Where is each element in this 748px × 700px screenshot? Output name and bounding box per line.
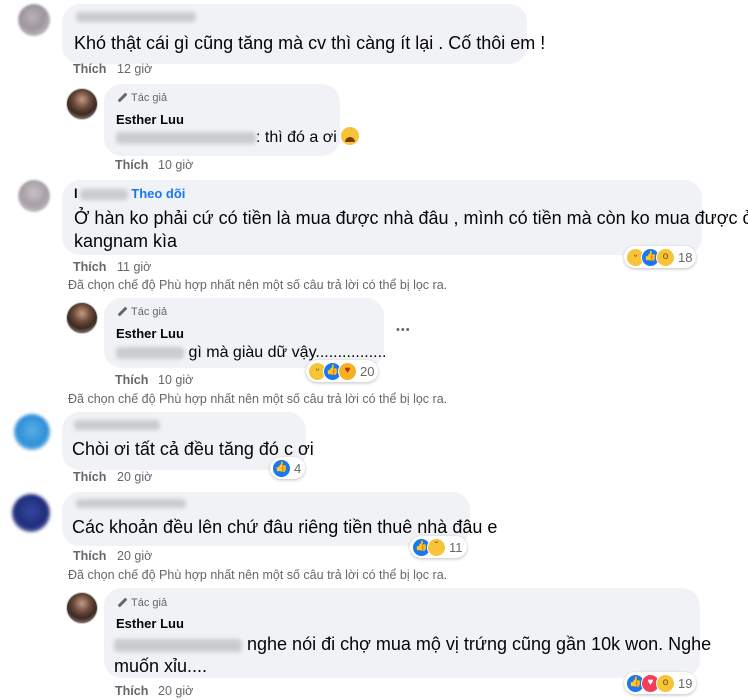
comment-time[interactable]: 20 giờ (117, 549, 152, 563)
wow-reaction-icon: o (656, 673, 675, 693)
more-options-icon[interactable]: ••• (396, 324, 411, 336)
blurred-commenter-name (74, 420, 160, 430)
author-avatar[interactable] (66, 302, 98, 334)
comment-time[interactable]: 11 giờ (117, 260, 151, 274)
reaction-count: 19 (678, 675, 693, 691)
follow-link[interactable]: Theo dõi (131, 186, 185, 201)
comment-time[interactable]: 10 giờ (158, 373, 193, 387)
care-reaction-icon: ♥ (338, 361, 357, 381)
author-name[interactable]: Esther Luu (116, 326, 184, 341)
wow-reaction-icon: o (656, 247, 675, 267)
comment-time[interactable]: 20 giờ (117, 470, 152, 484)
comment-time[interactable]: 12 giờ (117, 62, 152, 76)
filter-note: Đã chọn chế độ Phù hợp nhất nên một số c… (68, 568, 448, 582)
comment-bubble: Chòi ơi tất cả đều tăng đó c ơi (62, 412, 314, 470)
author-badge: Tác giả (116, 306, 167, 318)
reply-bubble: Tác giả Esther Luu nghe nói đi chợ mua m… (104, 588, 711, 678)
comment-text-line2: kangnam kìa (74, 231, 178, 251)
reaction-summary[interactable]: 👍 4 (270, 457, 306, 479)
commenter-name-row: l Theo dõi (74, 186, 186, 201)
reply-bubble: Tác giả Esther Luu gì mà giàu dữ vậy....… (104, 298, 387, 368)
comment-text-line1: Ở hàn ko phải cứ có tiền là mua được nhà… (74, 208, 748, 228)
pen-icon (116, 306, 128, 318)
blurred-commenter-name (76, 499, 186, 508)
reply-text-line1: nghe nói đi chợ mua mộ vị trứng cũng gần… (114, 632, 711, 656)
commenter-avatar[interactable] (14, 414, 50, 450)
author-badge: Tác giả (116, 92, 167, 104)
commenter-avatar[interactable] (18, 180, 50, 212)
commenter-avatar[interactable] (12, 494, 50, 532)
reaction-count: 20 (360, 363, 375, 379)
filter-note: Đã chọn chế độ Phù hợp nhất nên một số c… (68, 392, 448, 406)
reaction-count: 18 (678, 249, 693, 265)
blurred-commenter-name (79, 189, 128, 201)
blurred-mention (116, 131, 256, 144)
like-button[interactable]: Thích (73, 260, 106, 274)
reaction-count: 11 (449, 539, 463, 555)
reaction-summary[interactable]: ᵕ 👍 ♥ 20 (306, 360, 379, 382)
author-badge: Tác giả (116, 597, 167, 609)
comment-bubble: Các khoản đều lên chứ đâu riêng tiền thu… (62, 492, 497, 546)
sad-reaction-icon: ˘ (427, 537, 446, 557)
reaction-summary[interactable]: 👍 ♥ o 19 (624, 672, 697, 694)
reaction-summary[interactable]: ᵕ 👍 o 18 (624, 246, 697, 268)
author-avatar[interactable] (66, 592, 98, 624)
reply-text-line2: muốn xỉu.... (114, 656, 208, 676)
author-name[interactable]: Esther Luu (116, 112, 184, 127)
reaction-count: 4 (294, 460, 302, 476)
comment-time[interactable]: 10 giờ (158, 158, 193, 172)
blurred-mention (116, 346, 184, 359)
crying-emoji-icon (341, 127, 360, 145)
blurred-commenter-name (76, 12, 196, 22)
like-button[interactable]: Thích (115, 158, 148, 172)
like-button[interactable]: Thích (73, 549, 106, 563)
blurred-mention (114, 638, 242, 652)
author-avatar[interactable] (66, 88, 98, 120)
filter-note: Đã chọn chế độ Phù hợp nhất nên một số c… (68, 278, 448, 292)
like-button[interactable]: Thích (115, 373, 148, 387)
commenter-avatar[interactable] (18, 4, 50, 36)
author-name[interactable]: Esther Luu (116, 616, 184, 631)
reaction-summary[interactable]: 👍 ˘ 11 (410, 536, 467, 558)
pen-icon (116, 597, 128, 609)
comment-bubble: Khó thật cái gì cũng tăng mà cv thì càng… (62, 4, 545, 64)
like-reaction-icon: 👍 (272, 458, 291, 478)
like-button[interactable]: Thích (73, 62, 106, 76)
comment-bubble: l Theo dõi Ở hàn ko phải cứ có tiền là m… (62, 180, 748, 255)
comment-text: Khó thật cái gì cũng tăng mà cv thì càng… (74, 33, 546, 53)
reply-bubble: Tác giả Esther Luu : thì đó a ơi (104, 84, 360, 156)
comment-time[interactable]: 20 giờ (158, 684, 193, 698)
pen-icon (116, 92, 128, 104)
reply-text: : thì đó a ơi (116, 126, 360, 150)
like-button[interactable]: Thích (115, 684, 148, 698)
like-button[interactable]: Thích (73, 470, 106, 484)
